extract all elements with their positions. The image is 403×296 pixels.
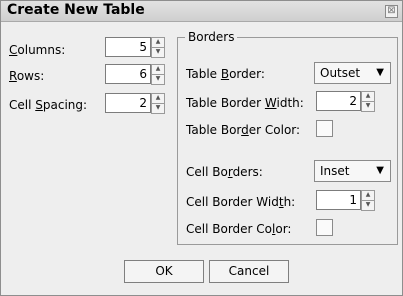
cell-spacing-label-b: pacing: [42,98,88,112]
cell-spacing-label-mnemonic: S [35,98,43,112]
cell-border-width-label: Cell Border Width: [186,195,295,209]
table-border-label-b: order: [229,67,265,81]
ok-button[interactable]: OK [124,260,204,283]
columns-stepper[interactable]: 5 ▲ ▼ [105,37,165,58]
chevron-down-icon[interactable]: ▼ [376,161,384,181]
cell-spacing-label: Cell Spacing: [9,98,87,112]
chevron-down-icon[interactable]: ▼ [376,63,384,83]
table-border-width-label-b: idth: [276,96,304,110]
cancel-button[interactable]: Cancel [209,260,289,283]
cell-spacing-down-icon[interactable]: ▼ [151,103,165,114]
rows-label: Rows: [9,69,44,83]
table-border-color-label-b: er Color: [248,123,301,137]
table-border-width-stepper[interactable]: 2 ▲ ▼ [316,91,375,112]
columns-label-text: olumns: [17,43,66,57]
table-border-color-label-mnemonic: d [241,123,249,137]
cell-borders-value: Inset [320,164,350,178]
table-border-color-swatch[interactable] [316,120,333,137]
table-border-dropdown[interactable]: Outset ▼ [314,62,391,84]
rows-label-mnemonic: R [9,69,17,83]
rows-stepper-arrows[interactable]: ▲ ▼ [151,64,165,85]
cell-border-width-stepper[interactable]: 1 ▲ ▼ [316,190,375,211]
cell-border-width-label-b: h: [283,195,296,209]
cell-border-width-down-icon[interactable]: ▼ [361,200,375,211]
create-table-dialog: Create New Table ⊠ Columns: 5 ▲ ▼ Rows: … [0,0,403,296]
close-icon[interactable]: ⊠ [385,5,398,18]
cell-borders-label-b: ders: [232,165,263,179]
table-border-color-label-a: Table Bor [186,123,242,137]
cell-border-width-stepper-arrows[interactable]: ▲ ▼ [361,190,375,211]
cell-border-color-label-b: or: [275,222,292,236]
cell-spacing-label-a: Cell [9,98,36,112]
rows-value[interactable]: 6 [105,64,151,84]
borders-group-label: Borders [185,30,238,44]
table-border-color-label: Table Border Color: [186,123,300,137]
rows-label-text: ows: [16,69,45,83]
table-border-width-value[interactable]: 2 [316,91,361,111]
table-border-width-stepper-arrows[interactable]: ▲ ▼ [361,91,375,112]
table-border-width-label: Table Border Width: [186,96,304,110]
table-border-width-label-a: Table Border [186,96,265,110]
cell-spacing-stepper-arrows[interactable]: ▲ ▼ [151,93,165,114]
cell-borders-dropdown[interactable]: Inset ▼ [314,160,391,182]
table-border-width-label-mnemonic: W [264,96,277,110]
columns-down-icon[interactable]: ▼ [151,47,165,58]
cell-spacing-value[interactable]: 2 [105,93,151,113]
table-border-label: Table Border: [186,67,265,81]
cell-borders-label: Cell Borders: [186,165,263,179]
cell-border-width-value[interactable]: 1 [316,190,361,210]
columns-stepper-arrows[interactable]: ▲ ▼ [151,37,165,58]
cell-borders-label-a: Cell Bo [186,165,228,179]
cell-border-color-label-a: Cell Border Co [186,222,273,236]
cell-border-width-label-a: Cell Border Wid [186,195,279,209]
cell-border-color-swatch[interactable] [316,219,333,236]
title-bar[interactable]: Create New Table ⊠ [1,1,402,22]
rows-down-icon[interactable]: ▼ [151,74,165,85]
table-border-label-a: Table [186,67,221,81]
cell-spacing-stepper[interactable]: 2 ▲ ▼ [105,93,165,114]
rows-stepper[interactable]: 6 ▲ ▼ [105,64,165,85]
table-border-value: Outset [320,66,361,80]
table-border-width-down-icon[interactable]: ▼ [361,101,375,112]
cell-border-color-label: Cell Border Color: [186,222,291,236]
dialog-title: Create New Table [7,2,145,18]
table-border-label-mnemonic: B [220,67,230,81]
columns-label: Columns: [9,43,65,57]
columns-value[interactable]: 5 [105,37,151,57]
